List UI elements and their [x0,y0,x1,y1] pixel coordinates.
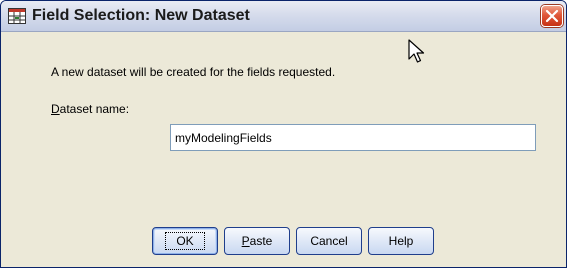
dataset-name-label-rest: ataset name: [59,102,130,116]
help-button[interactable]: Help [368,227,434,255]
mouse-pointer-icon [408,39,426,70]
ok-button-label: OK [165,232,205,250]
help-button-label: Help [388,234,414,248]
dataset-name-input[interactable] [170,124,536,151]
dataset-name-label-accel: D [51,102,60,116]
title-bar[interactable]: Field Selection: New Dataset [1,1,566,32]
ok-button[interactable]: OK [152,227,218,255]
dialog-window: Field Selection: New Dataset A new datas… [0,0,567,268]
dataset-name-label: Dataset name: [51,102,129,116]
paste-button[interactable]: Paste [224,227,290,255]
paste-button-label: Paste [242,234,273,248]
dataset-grid-icon [8,8,26,24]
paste-button-accel: P [241,234,250,248]
paste-button-rest: aste [249,234,273,248]
info-text: A new dataset will be created for the fi… [51,65,336,79]
cancel-button-label: Cancel [310,234,348,248]
cancel-button[interactable]: Cancel [296,227,362,255]
window-title: Field Selection: New Dataset [32,7,250,24]
close-button[interactable] [541,5,563,27]
